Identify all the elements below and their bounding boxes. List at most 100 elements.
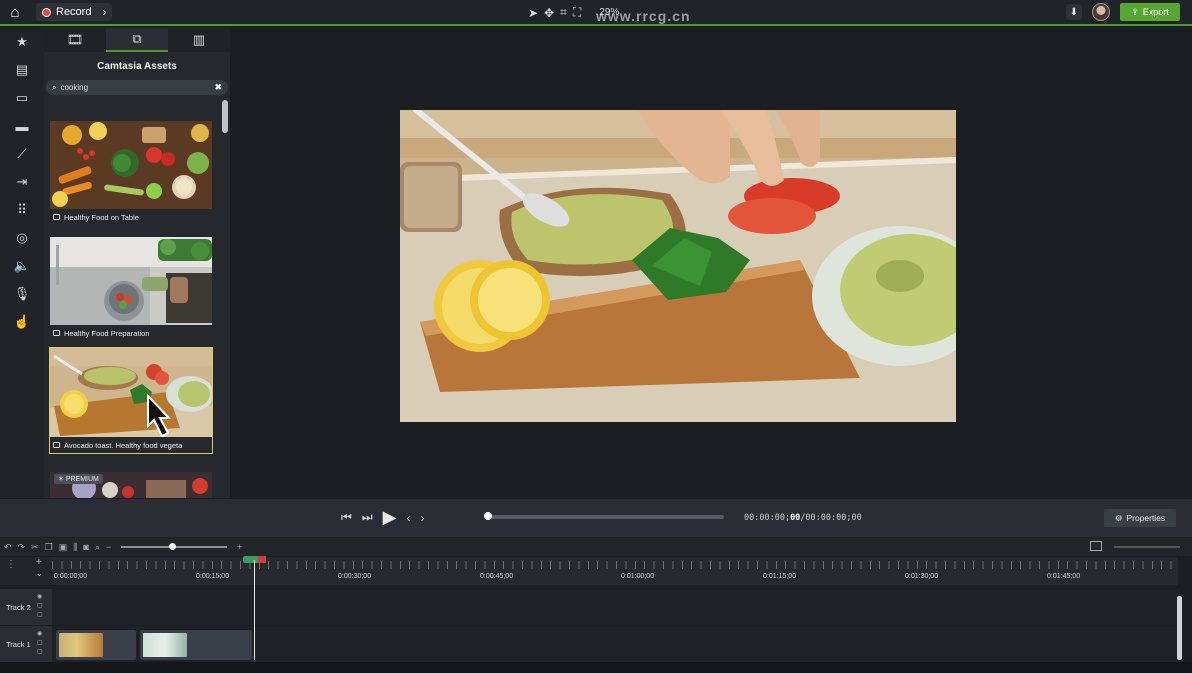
step-back-icon[interactable]: ⏮: [341, 510, 352, 525]
assets-panel: 🎞 ⧉ ▥ Camtasia Assets ⌕ cooking ✖ Health…: [44, 28, 230, 498]
visual-effects-icon[interactable]: ◎: [0, 224, 44, 252]
timeline-clip[interactable]: [140, 630, 252, 660]
tab-camtasia-assets[interactable]: ⧉: [106, 28, 168, 52]
ruler-label: 0:00:00;00: [54, 573, 88, 580]
media-icon[interactable]: ▤: [0, 56, 44, 84]
clip-thumbnail: [143, 633, 187, 657]
transitions-icon[interactable]: ▬: [0, 112, 44, 140]
ruler-ticks: [52, 561, 1178, 569]
playhead-out-marker[interactable]: [258, 556, 266, 563]
cubes-icon: ⧉: [132, 31, 142, 46]
canvas-area[interactable]: [230, 28, 1192, 498]
home-icon: ⌂: [10, 3, 20, 21]
eye-icon[interactable]: ◉: [37, 593, 43, 600]
film-icon: 🎞: [66, 32, 84, 47]
zoom-out-icon[interactable]: −: [106, 542, 111, 552]
timeline-ruler[interactable]: 0:00:00;00 0:00:15;00 0:00:30;00 0:00:45…: [52, 557, 1178, 585]
track-options-icon[interactable]: ⋮: [6, 559, 16, 570]
search-field[interactable]: ⌕ cooking ✖: [46, 80, 228, 95]
search-input[interactable]: cooking: [60, 83, 214, 92]
copy-icon[interactable]: ❐: [45, 542, 53, 553]
playback-scrubber[interactable]: [484, 512, 724, 520]
record-icon: [42, 7, 51, 17]
timeline-vertical-scrollbar[interactable]: [1177, 596, 1182, 660]
track-header[interactable]: Track 1 ◉ ▢ ▢: [0, 626, 52, 662]
detach-timeline-icon[interactable]: [1090, 541, 1102, 551]
redo-icon[interactable]: ↷: [18, 542, 26, 553]
timeline-size-bar[interactable]: [1114, 546, 1180, 548]
interactivity-icon[interactable]: ☝: [0, 308, 44, 336]
download-icon[interactable]: ⬇: [1066, 4, 1082, 20]
cut-icon[interactable]: ✂: [31, 542, 39, 553]
timeline-clip[interactable]: [56, 630, 136, 660]
lock-icon[interactable]: ▢: [37, 639, 43, 646]
scrubber-handle[interactable]: [484, 512, 492, 520]
behaviors-icon[interactable]: ⟋: [0, 140, 44, 168]
chevron-down-icon[interactable]: ⌄: [36, 569, 43, 578]
pan-tool-icon[interactable]: ✥: [544, 6, 554, 20]
timeline-zoom-slider[interactable]: [121, 543, 228, 550]
home-button[interactable]: ⌂: [0, 0, 30, 25]
scrollbar-thumb[interactable]: [222, 100, 228, 133]
step-forward-icon[interactable]: ⏭: [362, 510, 373, 525]
select-tool-icon[interactable]: ➤: [528, 6, 538, 20]
crop-tool-icon[interactable]: ⌗: [560, 5, 567, 20]
snapshot-icon[interactable]: ◙: [83, 542, 88, 552]
track-1[interactable]: Track 1 ◉ ▢ ▢: [0, 626, 1180, 662]
top-right-controls: ⬇ ⇪ Export: [1066, 3, 1180, 21]
premium-badge: ✶ PREMIUM: [54, 474, 103, 484]
image-icon: [53, 214, 60, 220]
gear-icon: ⚙: [1114, 512, 1123, 523]
avatar[interactable]: [1092, 3, 1110, 21]
asset-item-selected[interactable]: Avocado toast. Healthy food vegeta: [49, 347, 213, 454]
close-icon[interactable]: ✖: [214, 82, 222, 93]
asset-item[interactable]: Healthy Food Preparation: [50, 237, 212, 341]
video-icon: [53, 330, 60, 336]
record-button[interactable]: Record ›: [36, 3, 113, 21]
lock-icon[interactable]: ▢: [37, 648, 43, 655]
zoom-slider-handle[interactable]: [169, 543, 177, 550]
track-header[interactable]: Track 2 ◉ ▢ ▢: [0, 589, 52, 625]
asset-thumbnail: [50, 348, 212, 437]
eye-icon[interactable]: ◉: [37, 630, 43, 637]
assets-scrollbar[interactable]: [222, 100, 228, 495]
properties-button[interactable]: ⚙ Properties: [1104, 509, 1176, 527]
add-track-icon[interactable]: +: [36, 557, 42, 568]
paste-icon[interactable]: ▣: [59, 542, 68, 553]
voice-narration-icon[interactable]: 🎙: [0, 280, 44, 308]
favorites-star-icon[interactable]: ★: [0, 28, 44, 56]
ruler-label: 0:01:30;00: [905, 573, 939, 580]
lock-icon[interactable]: ▢: [37, 602, 43, 609]
chevron-right-icon[interactable]: ›: [102, 5, 106, 19]
previous-marker-icon[interactable]: ‹: [406, 511, 410, 525]
annotations-icon[interactable]: ▭: [0, 84, 44, 112]
next-marker-icon[interactable]: ›: [420, 511, 424, 525]
video-icon: [53, 442, 60, 448]
export-button[interactable]: ⇪ Export: [1120, 3, 1180, 21]
track-controls: ◉ ▢ ▢: [37, 630, 43, 655]
search-icon: ⌕: [52, 82, 57, 92]
asset-thumbnail: [50, 237, 212, 325]
asset-item[interactable]: ✶ PREMIUM: [50, 472, 212, 498]
asset-label: Healthy Food Preparation: [50, 325, 212, 341]
zoom-in-icon[interactable]: +: [237, 542, 242, 552]
undo-icon[interactable]: ↶: [4, 542, 12, 553]
split-icon[interactable]: ⫼: [73, 542, 77, 553]
cursor-effects-icon[interactable]: ⠿: [0, 196, 44, 224]
animations-icon[interactable]: ⇥: [0, 168, 44, 196]
timeline-toolbar: ↶ ↷ ✂ ❐ ▣ ⫼ ◙ ⌕ − +: [0, 538, 1192, 556]
canvas-preview[interactable]: [400, 110, 956, 422]
tab-media-library[interactable]: 🎞: [44, 28, 106, 52]
ruler-label: 0:01:15;00: [763, 573, 797, 580]
lock-icon[interactable]: ▢: [37, 611, 43, 618]
tab-library[interactable]: ▥: [168, 28, 230, 52]
asset-thumbnail: [50, 121, 212, 209]
fit-tool-icon[interactable]: ⛶: [573, 5, 581, 20]
play-icon[interactable]: ▶: [383, 507, 397, 528]
audio-effects-icon[interactable]: 🔈: [0, 252, 44, 280]
track-2[interactable]: Track 2 ◉ ▢ ▢: [0, 589, 1180, 625]
ruler-label: 0:00:30;00: [338, 573, 372, 580]
asset-label: Healthy Food on Table: [50, 209, 212, 225]
playhead[interactable]: [254, 560, 255, 660]
asset-item[interactable]: Healthy Food on Table: [50, 121, 212, 225]
